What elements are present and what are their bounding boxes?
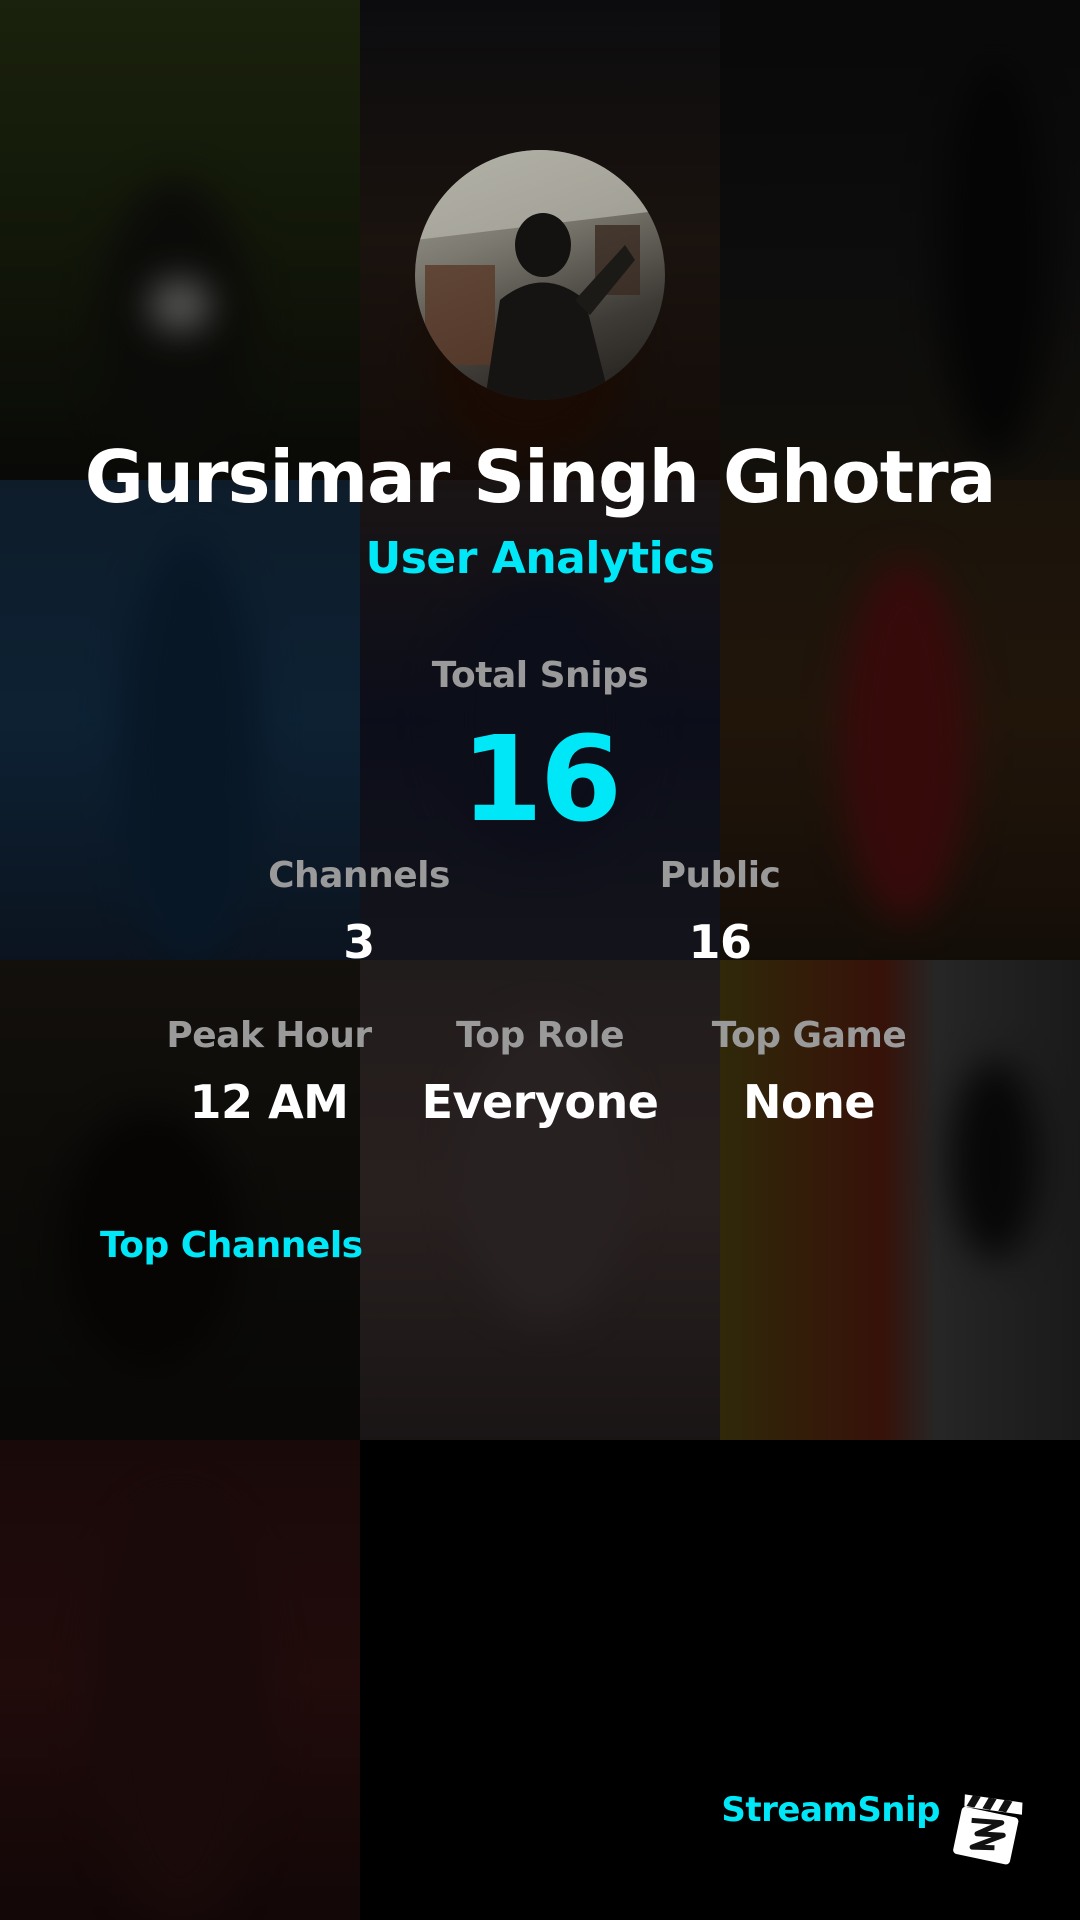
user-name: Gursimar Singh Ghotra	[84, 435, 997, 519]
avatar-photo	[415, 150, 665, 400]
clapperboard-logo-icon	[948, 1790, 1028, 1870]
page-subtitle: User Analytics	[365, 533, 716, 584]
public-label: Public	[659, 855, 781, 896]
total-snips-value: 16	[460, 710, 622, 848]
top-game-value: None	[742, 1075, 876, 1129]
peak-hour-value: 12 AM	[189, 1075, 349, 1129]
top-channels-heading: Top Channels	[100, 1225, 363, 1266]
analytics-content: Gursimar Singh Ghotra User Analytics Tot…	[0, 0, 1080, 1920]
top-role-value: Everyone	[421, 1075, 659, 1129]
public-value: 16	[688, 915, 752, 969]
channels-value: 3	[343, 915, 375, 969]
channels-label: Channels	[268, 855, 450, 896]
peak-hour-label: Peak Hour	[166, 1015, 372, 1056]
brand-name: StreamSnip	[721, 1790, 940, 1830]
top-game-label: Top Game	[711, 1015, 907, 1056]
top-role-label: Top Role	[455, 1015, 625, 1056]
analytics-card: Gursimar Singh Ghotra User Analytics Tot…	[0, 0, 1080, 1920]
total-snips-label: Total Snips	[431, 655, 649, 696]
avatar	[415, 150, 665, 400]
